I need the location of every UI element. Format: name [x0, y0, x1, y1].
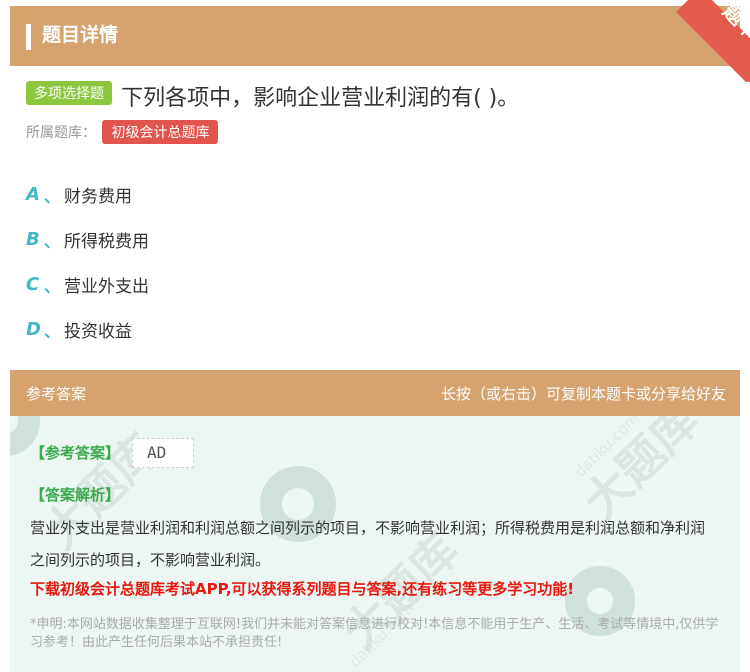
option-letter: B — [26, 229, 40, 250]
header-title: 题目详情 — [42, 24, 119, 46]
header-accent-bar — [26, 24, 31, 50]
option-separator: 、 — [44, 186, 61, 206]
option-text: 财务费用 — [64, 187, 132, 207]
bank-label: 所属题库： — [26, 125, 96, 141]
question-stem: 多项选择题 下列各项中，影响企业营业利润的有( )。 — [26, 80, 736, 112]
answer-section-title: 参考答案 — [26, 385, 87, 403]
question-text: 下列各项中，影响企业营业利润的有( )。 — [121, 86, 520, 111]
option-separator: 、 — [44, 276, 61, 296]
option-text: 投资收益 — [64, 322, 132, 342]
option-c[interactable]: C 、 营业外支出 — [26, 262, 149, 307]
corner-ribbon: 题卡 — [660, 0, 750, 82]
question-header: 题目详情 — [10, 6, 740, 66]
option-text: 所得税费用 — [64, 232, 149, 252]
question-bank-row: 所属题库： 初级会计总题库 — [26, 120, 219, 144]
option-b[interactable]: B 、 所得税费用 — [26, 217, 149, 262]
answer-value: AD — [132, 438, 194, 468]
bank-tag[interactable]: 初级会计总题库 — [102, 120, 219, 144]
share-hint: 长按（或右击）可复制本题卡或分享给好友 — [440, 385, 726, 403]
answer-header: 参考答案 长按（或右击）可复制本题卡或分享给好友 — [10, 370, 740, 416]
option-letter: D — [26, 319, 41, 340]
options-list: A 、 财务费用 B 、 所得税费用 C 、 营业外支出 D 、 投资收益 — [26, 172, 149, 352]
option-d[interactable]: D 、 投资收益 — [26, 307, 149, 352]
download-promo-link[interactable]: 下载初级会计总题库考试APP,可以获得系列题目与答案,还有练习等更多学习功能! — [30, 578, 574, 599]
analysis-label: 【答案解析】 — [30, 486, 121, 504]
option-a[interactable]: A 、 财务费用 — [26, 172, 149, 217]
answer-label: 【参考答案】 — [30, 444, 121, 462]
analysis-text: 营业外支出是营业利润和利润总额之间列示的项目，不影响营业利润；所得税费用是利润总… — [30, 519, 706, 569]
answer-body: 大题库 大题库 大题库 datiku.com datiku.com 【参考答案】… — [10, 416, 740, 672]
option-separator: 、 — [44, 231, 61, 251]
option-separator: 、 — [44, 321, 61, 341]
disclaimer-text: *申明:本网站数据收集整理于互联网!我们并未能对答案信息进行校对!本信息不能用于… — [30, 617, 719, 650]
option-letter: A — [26, 184, 40, 205]
option-letter: C — [26, 274, 40, 295]
question-type-badge: 多项选择题 — [26, 81, 112, 105]
option-text: 营业外支出 — [64, 277, 149, 297]
